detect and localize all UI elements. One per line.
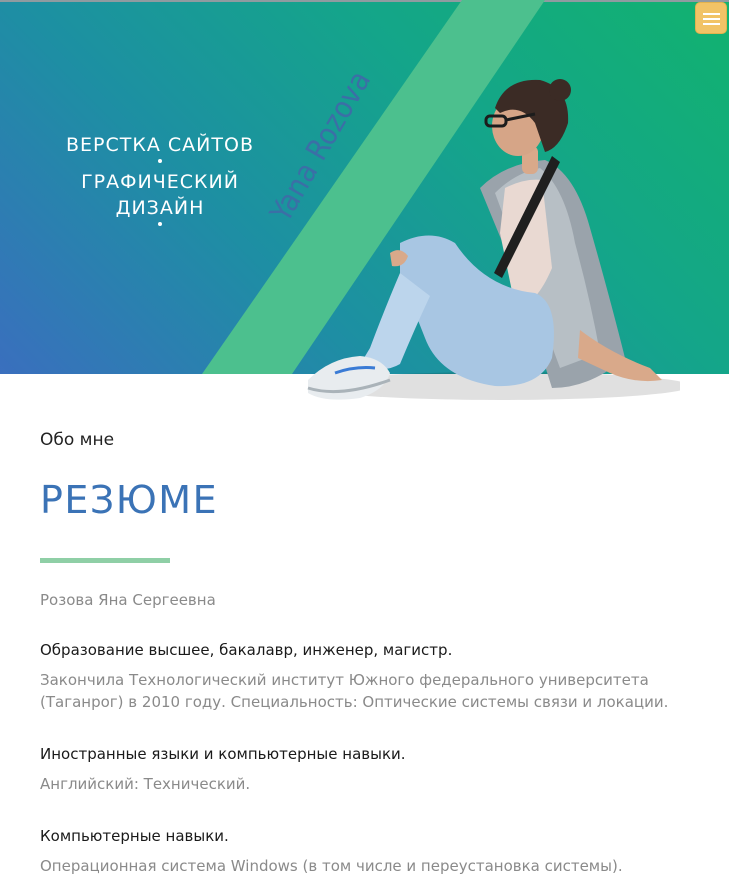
- hamburger-menu-icon: [703, 18, 720, 20]
- resume-title: Резюме: [40, 478, 219, 522]
- about-label: Обо мне: [40, 430, 115, 450]
- bullet-dot: [158, 222, 162, 226]
- hamburger-menu-icon: [703, 23, 720, 25]
- service-item-design: Графический дизайн: [81, 171, 239, 219]
- languages-text: Английский: Технический.: [40, 775, 251, 793]
- resume-section: Обо мне Резюме Розова Яна Сергеевна Обра…: [40, 420, 690, 879]
- portrait-photo: [307, 79, 680, 400]
- title-underline: [40, 558, 170, 563]
- menu-button[interactable]: [695, 2, 727, 34]
- bullet-dot: [158, 159, 162, 163]
- education-text: Закончила Технологический институт Южног…: [40, 671, 669, 711]
- full-name: Розова Яна Сергеевна: [40, 591, 216, 609]
- services-list: Верстка сайтов Графический дизайн: [40, 132, 280, 232]
- page: Верстка сайтов Графический дизайн Yana R…: [0, 0, 729, 879]
- skills-heading: Компьютерные навыки.: [40, 827, 229, 845]
- service-item-web: Верстка сайтов: [66, 134, 254, 156]
- skills-text: Операционная система Windows (в том числ…: [40, 857, 623, 875]
- languages-heading: Иностранные языки и компьютерные навыки.: [40, 745, 406, 763]
- education-heading: Образование высшее, бакалавр, инженер, м…: [40, 641, 453, 659]
- hamburger-menu-icon: [703, 13, 720, 15]
